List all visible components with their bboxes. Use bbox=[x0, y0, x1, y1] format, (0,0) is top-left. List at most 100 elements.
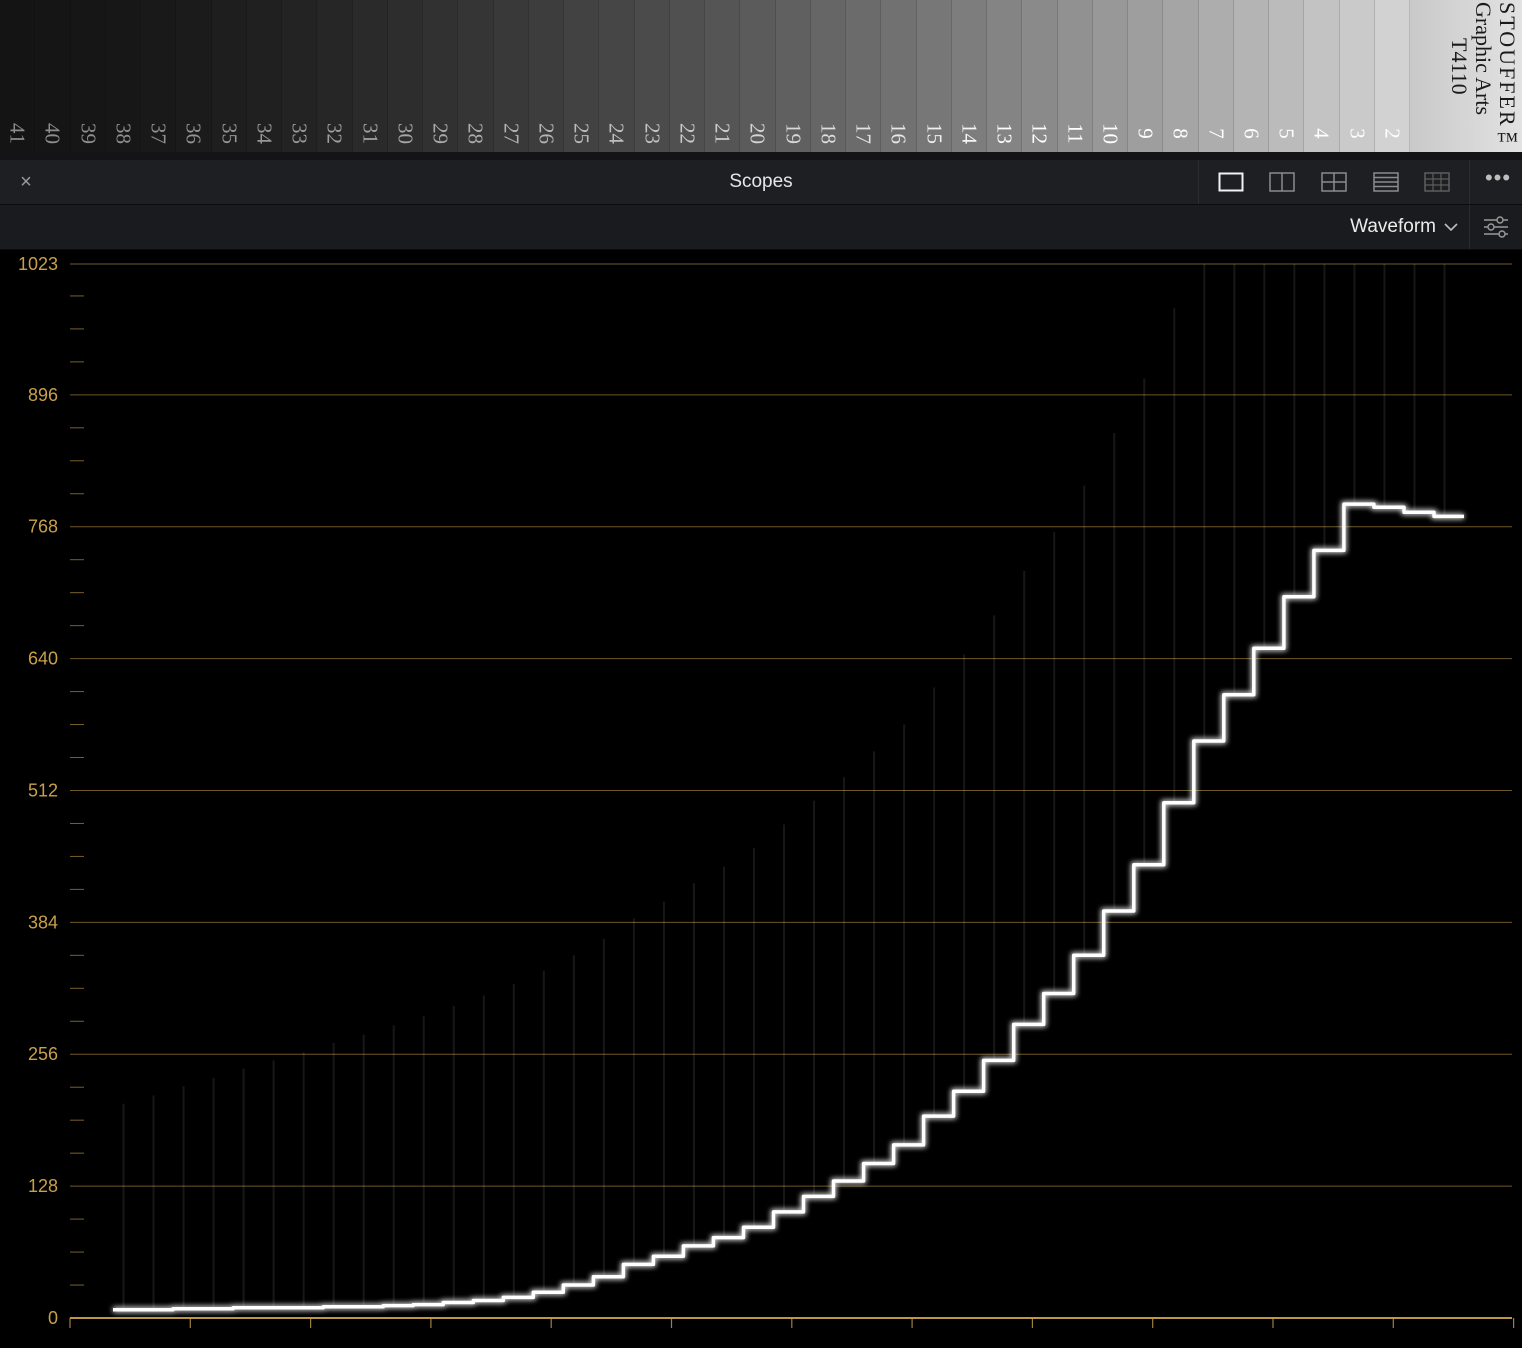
wedge-step: 17 bbox=[846, 0, 882, 152]
wedge-step: 33 bbox=[282, 0, 318, 152]
wedge-step-number: 15 bbox=[922, 123, 947, 144]
four-up-view-icon[interactable] bbox=[1319, 167, 1349, 197]
panel-divider bbox=[0, 152, 1522, 160]
scope-type-dropdown[interactable]: Waveform bbox=[1350, 211, 1458, 243]
scale-label: 640 bbox=[28, 649, 58, 669]
wedge-step-number: 3 bbox=[1345, 128, 1370, 139]
wedge-step-number: 27 bbox=[499, 123, 524, 144]
wedge-step: 6 bbox=[1233, 0, 1269, 152]
wedge-step-number: 16 bbox=[886, 123, 911, 144]
wedge-step-number: 30 bbox=[393, 123, 418, 144]
wedge-step: 11 bbox=[1057, 0, 1093, 152]
wedge-step: 3 bbox=[1339, 0, 1375, 152]
wedge-step: 15 bbox=[916, 0, 952, 152]
wedge-step: 22 bbox=[669, 0, 705, 152]
brand-subtitle: Graphic Arts bbox=[1471, 2, 1496, 116]
two-up-view-icon[interactable] bbox=[1267, 167, 1297, 197]
sliders-icon[interactable] bbox=[1469, 205, 1522, 249]
wedge-step-number: 17 bbox=[851, 123, 876, 144]
scale-label: 128 bbox=[28, 1176, 58, 1196]
grid-view-icon[interactable] bbox=[1422, 167, 1452, 197]
wedge-step-number: 40 bbox=[40, 123, 65, 144]
wedge-step: 34 bbox=[246, 0, 282, 152]
wedge-step: 28 bbox=[458, 0, 494, 152]
wedge-step: 21 bbox=[705, 0, 741, 152]
trace-glow bbox=[113, 500, 1464, 1314]
wedge-step: 39 bbox=[70, 0, 106, 152]
scale-label: 512 bbox=[28, 780, 58, 800]
wedge-step-number: 19 bbox=[781, 123, 806, 144]
waveform-graticule: 1023 896 768 640 512 384 256 128 0 bbox=[18, 254, 1515, 1328]
wedge-step: 2 bbox=[1374, 0, 1410, 152]
scale-label: 256 bbox=[28, 1044, 58, 1064]
wedge-step-number: 36 bbox=[181, 123, 206, 144]
wedge-step: 4 bbox=[1304, 0, 1340, 152]
wedge-step: 36 bbox=[176, 0, 212, 152]
wedge-step: 24 bbox=[599, 0, 635, 152]
wedge-step: 37 bbox=[141, 0, 177, 152]
wedge-step-number: 11 bbox=[1063, 123, 1088, 144]
wedge-step-number: 28 bbox=[463, 123, 488, 144]
wedge-step-number: 35 bbox=[217, 123, 242, 144]
wedge-step-number: 25 bbox=[569, 123, 594, 144]
wedge-step-number: 12 bbox=[1027, 123, 1052, 144]
wedge-step: 27 bbox=[493, 0, 529, 152]
more-options-icon[interactable]: ••• bbox=[1482, 167, 1514, 196]
wedge-step: 8 bbox=[1163, 0, 1199, 152]
wedge-step-number: 10 bbox=[1098, 123, 1123, 144]
scale-label: 768 bbox=[28, 517, 58, 537]
wedge-step: 26 bbox=[528, 0, 564, 152]
wedge-step-number: 41 bbox=[5, 123, 30, 144]
wedge-step: 13 bbox=[987, 0, 1023, 152]
wedge-step: 7 bbox=[1198, 0, 1234, 152]
wedge-step: 12 bbox=[1022, 0, 1058, 152]
wedge-step-number: 26 bbox=[534, 123, 559, 144]
wedge-step: 19 bbox=[775, 0, 811, 152]
wedge-step-number: 7 bbox=[1204, 128, 1229, 139]
scope-mode-bar: Waveform bbox=[0, 205, 1522, 250]
wedge-step-number: 24 bbox=[604, 123, 629, 144]
wedge-step-number: 29 bbox=[428, 123, 453, 144]
wedge-step: 32 bbox=[317, 0, 353, 152]
wedge-step-number: 20 bbox=[745, 123, 770, 144]
wedge-step-number: 4 bbox=[1309, 128, 1334, 139]
wedge-step-number: 22 bbox=[675, 123, 700, 144]
wedge-step: 10 bbox=[1092, 0, 1128, 152]
wedge-step-number: 37 bbox=[146, 123, 171, 144]
chevron-down-icon bbox=[1444, 223, 1458, 232]
waveform-trace bbox=[113, 502, 1464, 1312]
waveform-scope: 1023 896 768 640 512 384 256 128 0 bbox=[0, 250, 1522, 1348]
scopes-titlebar: × Scopes ••• bbox=[0, 160, 1522, 205]
wedge-step-number: 32 bbox=[322, 123, 347, 144]
wedge-step: 16 bbox=[881, 0, 917, 152]
scale-label: 896 bbox=[28, 385, 58, 405]
wedge-step: 30 bbox=[387, 0, 423, 152]
step-wedge-strip: 41 40 39 38 37 36 35 34 33 32 31 30 29 28 27 26 25 24 23 22… bbox=[0, 0, 1410, 152]
wedge-step-number: 23 bbox=[640, 123, 665, 144]
wedge-step-number: 6 bbox=[1239, 128, 1264, 139]
wedge-step: 35 bbox=[211, 0, 247, 152]
wedge-step-number: 14 bbox=[957, 123, 982, 144]
scale-label: 0 bbox=[48, 1308, 58, 1328]
wedge-step-number: 38 bbox=[111, 123, 136, 144]
stouffer-label: STOUFFER™ Graphic Arts T4110 bbox=[1410, 0, 1522, 155]
wedge-step: 9 bbox=[1128, 0, 1164, 152]
wedge-step-number: 5 bbox=[1274, 128, 1299, 139]
wedge-step: 23 bbox=[634, 0, 670, 152]
wedge-step-number: 13 bbox=[992, 123, 1017, 144]
scale-label: 384 bbox=[28, 912, 58, 932]
wedge-step: 14 bbox=[951, 0, 987, 152]
scale-label: 1023 bbox=[18, 254, 58, 274]
wedge-step-number: 21 bbox=[710, 123, 735, 144]
wedge-step-number: 34 bbox=[252, 123, 277, 144]
wedge-step-number: 8 bbox=[1168, 128, 1193, 139]
brand-model: T4110 bbox=[1447, 38, 1472, 95]
wedge-step: 38 bbox=[105, 0, 141, 152]
single-view-icon[interactable] bbox=[1216, 167, 1246, 197]
stacked-view-icon[interactable] bbox=[1371, 167, 1401, 197]
wedge-step: 29 bbox=[423, 0, 459, 152]
wedge-step-number: 18 bbox=[816, 123, 841, 144]
wedge-step: 41 bbox=[0, 0, 36, 152]
scope-type-label: Waveform bbox=[1350, 216, 1436, 237]
wedge-step: 40 bbox=[35, 0, 71, 152]
